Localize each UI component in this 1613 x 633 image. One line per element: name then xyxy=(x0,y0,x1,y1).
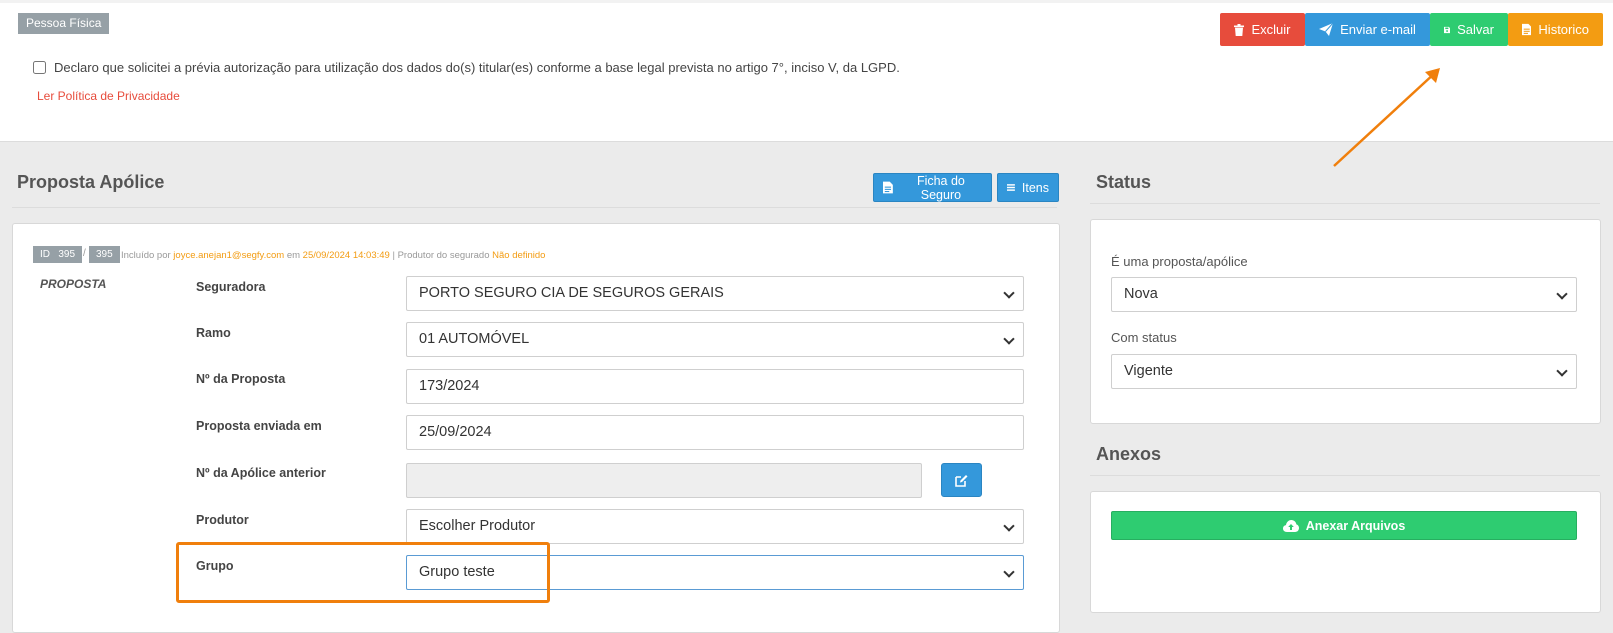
branch-label: Ramo xyxy=(196,326,231,340)
attachments-divider xyxy=(1090,475,1600,476)
items-button[interactable]: Itens xyxy=(997,173,1059,202)
person-type-badge: Pessoa Física xyxy=(18,13,110,34)
edit-previous-policy-button[interactable] xyxy=(941,463,982,497)
id-badge: ID 395 xyxy=(33,246,83,263)
insurer-value: PORTO SEGURO CIA DE SEGUROS GERAIS xyxy=(419,285,724,301)
meta-date: 25/09/2024 14:03:49 xyxy=(302,250,390,261)
document-icon xyxy=(1522,23,1532,36)
status-divider xyxy=(1090,203,1600,204)
history-button[interactable]: Historico xyxy=(1508,13,1603,46)
proposal-type-select[interactable]: Nova xyxy=(1111,277,1577,312)
file-text-icon xyxy=(883,181,893,194)
id-value: 395 xyxy=(58,249,76,260)
meta-prefix: Incluído por xyxy=(121,250,171,261)
meta-producer: Não definido xyxy=(492,250,546,261)
status-card xyxy=(1090,219,1601,424)
trash-icon xyxy=(1234,23,1245,36)
proposal-number-label: Nº da Proposta xyxy=(196,372,286,386)
items-label: Itens xyxy=(1021,180,1049,195)
status-select[interactable]: Vigente xyxy=(1111,354,1577,389)
producer-label: Produtor xyxy=(196,513,249,527)
list-icon xyxy=(1007,184,1015,191)
grupo-highlight-box xyxy=(176,542,550,603)
meta-user: joyce.anejan1@segfy.com xyxy=(173,250,285,261)
floppy-disk-icon xyxy=(1444,26,1451,33)
lgpd-checkbox[interactable] xyxy=(33,61,46,74)
proposal-number-value: 173/2024 xyxy=(419,378,480,394)
attach-files-label: Anexar Arquivos xyxy=(1305,518,1406,533)
section-label-proposta: PROPOSTA xyxy=(40,277,107,291)
meta-mid: | Produtor do segurado xyxy=(392,250,490,261)
privacy-policy-link[interactable]: Ler Política de Privacidade xyxy=(37,89,180,103)
id-label: ID xyxy=(40,249,50,260)
sent-date-label: Proposta enviada em xyxy=(196,419,322,433)
id-badge-2: 395 xyxy=(89,246,120,263)
attach-files-button[interactable]: Anexar Arquivos xyxy=(1111,511,1577,540)
producer-value: Escolher Produtor xyxy=(419,518,536,534)
sent-date-input[interactable]: 25/09/2024 xyxy=(406,415,1024,450)
top-actions: Excluir Enviar e-mail Salvar Historico xyxy=(1220,13,1603,46)
previous-policy-input xyxy=(406,463,922,498)
send-email-label: Enviar e-mail xyxy=(1340,22,1416,37)
status-label: Com status xyxy=(1111,330,1177,345)
attachments-title: Anexos xyxy=(1096,444,1162,464)
lgpd-text: Declaro que solicitei a prévia autorizaç… xyxy=(54,60,900,75)
attachments-card xyxy=(1090,491,1601,613)
save-button[interactable]: Salvar xyxy=(1430,13,1508,46)
proposal-type-value: Nova xyxy=(1124,286,1158,302)
insurer-select[interactable]: PORTO SEGURO CIA DE SEGUROS GERAIS xyxy=(406,276,1024,311)
insurance-sheet-label: Ficha do Seguro xyxy=(916,173,965,202)
status-title: Status xyxy=(1096,172,1152,192)
delete-label: Excluir xyxy=(1251,22,1291,37)
proposal-number-input[interactable]: 173/2024 xyxy=(406,369,1024,404)
cloud-upload-icon xyxy=(1282,519,1299,532)
insurer-label: Seguradora xyxy=(196,280,266,294)
edit-icon xyxy=(955,474,968,487)
proposal-type-label: É uma proposta/apólice xyxy=(1111,254,1248,269)
proposal-title: Proposta Apólice xyxy=(17,172,165,192)
status-value: Vigente xyxy=(1124,363,1173,379)
branch-select[interactable]: 01 AUTOMÓVEL xyxy=(406,322,1024,357)
branch-value: 01 AUTOMÓVEL xyxy=(419,331,530,347)
record-meta: Incluído por joyce.anejan1@segfy.com em … xyxy=(121,250,545,261)
lgpd-consent[interactable]: Declaro que solicitei a prévia autorizaç… xyxy=(33,60,900,75)
sent-date-value: 25/09/2024 xyxy=(419,424,492,440)
save-label: Salvar xyxy=(1457,22,1494,37)
send-email-button[interactable]: Enviar e-mail xyxy=(1305,13,1430,46)
insurance-sheet-button[interactable]: Ficha do Seguro xyxy=(873,173,992,202)
history-label: Historico xyxy=(1538,22,1589,37)
proposal-divider xyxy=(12,207,1057,208)
annotation-arrow-icon xyxy=(1333,68,1440,167)
producer-select[interactable]: Escolher Produtor xyxy=(406,509,1024,544)
top-border xyxy=(0,0,1613,3)
delete-button[interactable]: Excluir xyxy=(1220,13,1305,46)
paper-plane-icon xyxy=(1319,23,1334,36)
meta-em: em xyxy=(286,250,301,261)
id-separator: / xyxy=(83,248,86,259)
previous-policy-label: Nº da Apólice anterior xyxy=(196,466,326,480)
